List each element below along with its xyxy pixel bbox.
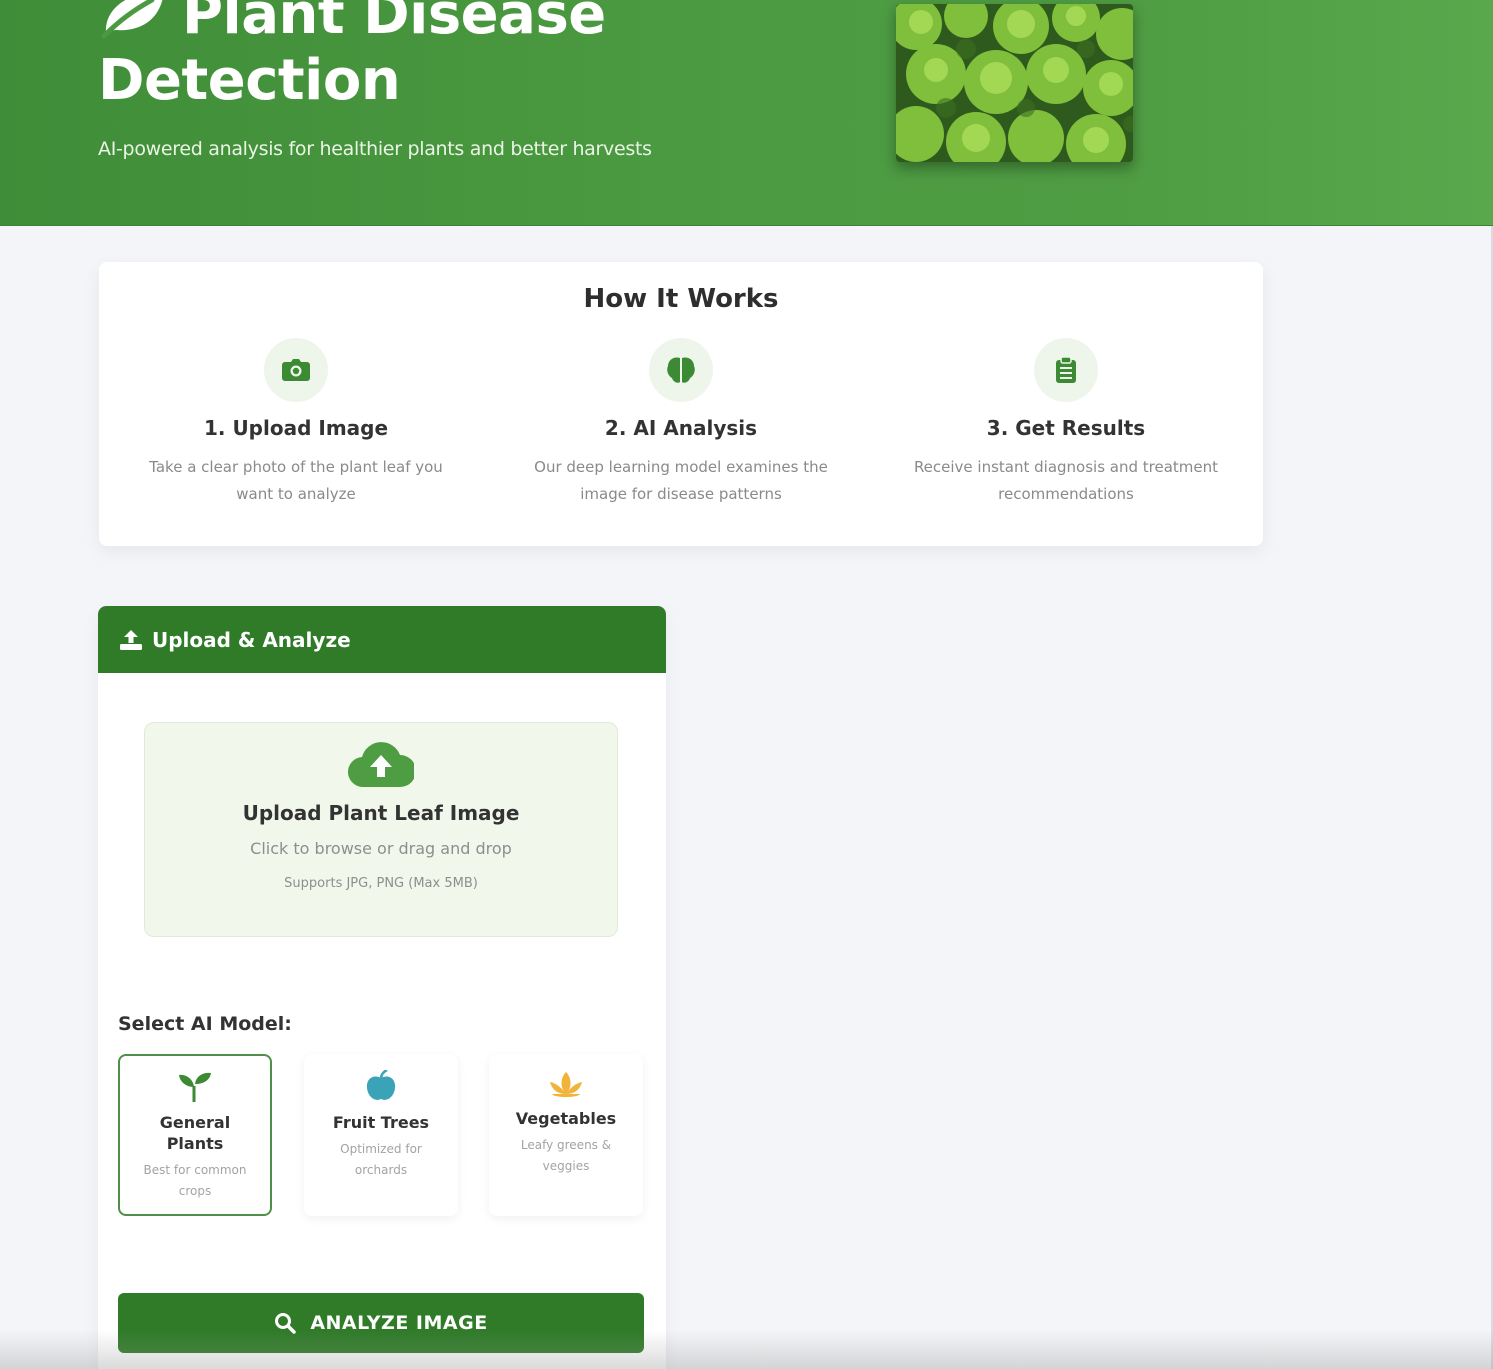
image-dropzone[interactable]: Upload Plant Leaf Image Click to browse … [144,722,618,937]
clipboard-icon [1034,338,1098,402]
upload-icon [120,629,142,650]
upload-panel-header: Upload & Analyze [98,606,666,673]
model-select-label: Select AI Model: [118,1013,292,1035]
model-name: Vegetables [515,1109,617,1128]
dropzone-subtitle: Click to browse or drag and drop [250,839,512,858]
page-title-text: Plant Disease Detection [98,0,606,113]
upload-panel-title: Upload & Analyze [152,627,351,652]
analyze-button-label: ANALYZE IMAGE [310,1312,488,1334]
dropzone-title: Upload Plant Leaf Image [242,801,520,825]
camera-icon [264,338,328,402]
model-description: Optimized for orchards [340,1142,422,1177]
model-option-general-plants[interactable]: General Plants Best for common crops [118,1054,272,1216]
step-upload: 1. Upload Image Take a clear photo of th… [116,338,476,508]
step-title: 1. Upload Image [203,416,389,440]
dropzone-file-note: Supports JPG, PNG (Max 5MB) [284,876,478,891]
hero-subtitle: AI-powered analysis for healthier plants… [98,138,652,160]
seedling-icon [179,1072,211,1102]
step-analysis: 2. AI Analysis Our deep learning model e… [501,338,861,508]
search-icon [275,1313,297,1334]
model-name: Fruit Trees [332,1113,430,1132]
apple-icon [366,1068,396,1100]
step-description: Take a clear photo of the plant leaf you… [149,458,443,503]
cloud-upload-icon [347,742,416,788]
how-it-works-title: How It Works [583,284,779,314]
lettuce-photo [896,4,1133,162]
how-it-works-card: How It Works 1. Upload Image Take a clea… [99,262,1263,546]
model-description: Leafy greens & veggies [520,1138,612,1173]
page-title: Plant Disease Detection [98,0,658,114]
step-description: Receive instant diagnosis and treatment … [913,458,1219,503]
step-description: Our deep learning model examines the ima… [534,458,828,503]
step-results: 3. Get Results Receive instant diagnosis… [886,338,1246,508]
upload-panel: Upload & Analyze Upload Plant Leaf Image… [98,606,666,1369]
brain-icon [649,338,713,402]
lotus-icon [550,1072,582,1097]
model-description: Best for common crops [143,1163,247,1198]
analyze-image-button[interactable]: ANALYZE IMAGE [118,1293,644,1353]
step-title: 2. AI Analysis [604,416,758,440]
hero-banner: Plant Disease Detection AI-powered analy… [0,0,1493,226]
model-name: General Plants [159,1113,231,1153]
model-option-fruit-trees[interactable]: Fruit Trees Optimized for orchards [304,1054,458,1216]
step-title: 3. Get Results [986,416,1146,440]
leaf-icon [101,0,163,38]
model-option-vegetables[interactable]: Vegetables Leafy greens & veggies [489,1054,643,1216]
